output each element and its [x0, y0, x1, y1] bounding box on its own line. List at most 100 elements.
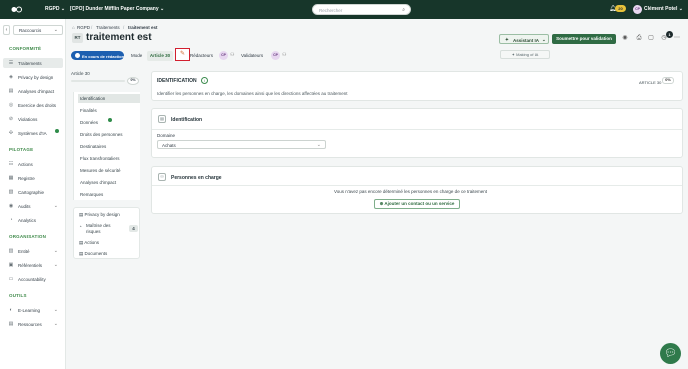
chevron-down-icon: ⌄ — [53, 320, 58, 327]
domaine-label: Domaine — [157, 133, 176, 138]
sidebar-item-analytics[interactable]: ◔ Analytics — [3, 215, 63, 225]
database-icon: ▣ — [8, 262, 14, 268]
chevron-down-icon: ⌄ — [316, 141, 321, 148]
list-icon: ☰ — [8, 60, 14, 66]
link-privacy-by-design[interactable]: ▤ Privacy by design — [79, 212, 120, 218]
making-of-ia-button[interactable]: ✦ Making of IA — [500, 50, 550, 59]
comment-icon[interactable]: ▢ — [647, 34, 655, 43]
app-logo[interactable] — [11, 5, 23, 14]
eye-icon[interactable]: ◉ — [621, 34, 629, 43]
step-destinataires[interactable]: Destinataires — [78, 142, 140, 151]
identification-card-title: IDENTIFICATION — [157, 78, 197, 84]
workspace-selector[interactable]: RGPD ⌄ — [45, 6, 65, 12]
sidebar-item-violations[interactable]: ⊘ Violations — [3, 114, 63, 124]
step-finalites[interactable]: Finalités — [78, 106, 140, 115]
user-menu[interactable]: Clément Potel ⌄ — [644, 6, 683, 12]
home-icon[interactable]: ⌂ — [72, 25, 75, 30]
status-badge[interactable]: En cours de rédaction — [71, 51, 124, 60]
step-droits[interactable]: Droits des personnes — [78, 130, 140, 139]
identification-section-card: ▤ Identification Domaine — [151, 108, 683, 158]
breadcrumb-separator: / — [91, 25, 93, 30]
steps-list: Identification Finalités Données Droits … — [73, 92, 140, 200]
mode-label: Mode — [131, 53, 143, 58]
chevron-down-icon: ⌄ — [542, 36, 546, 42]
validateur-avatar[interactable]: CP — [271, 51, 280, 60]
empty-state-text: Vous n'avez pas encore déterminé les per… — [334, 189, 487, 194]
alert-icon: ⊘ — [8, 116, 14, 122]
sidebar-item-exercice-droits[interactable]: ◎ Exercice des droits — [3, 100, 63, 110]
add-user-icon[interactable]: ⚇ — [230, 52, 234, 58]
breadcrumb-root[interactable]: RGPD — [77, 25, 90, 30]
shield-icon: ◈ — [9, 74, 13, 80]
add-user-icon[interactable]: ⚇ — [282, 52, 286, 58]
identification-section-title: Identification — [171, 117, 203, 123]
step-flux[interactable]: Flux transfrontaliers — [78, 154, 140, 163]
step-analyses[interactable]: Analyses d'impact — [78, 178, 140, 187]
sidebar-item-analyses-impact[interactable]: ▤ Analyses d'impact — [3, 86, 63, 96]
redacteurs-label: Rédacteurs — [190, 53, 214, 58]
sidebar-item-referentiels[interactable]: ▣ Référentiels ⌄ — [3, 260, 63, 270]
chevron-down-icon: ⌄ — [53, 306, 58, 313]
archive-icon[interactable]: ⎙ — [635, 34, 643, 43]
side-links-panel: ▤ Privacy by design ◔ Maîtrise des risqu… — [73, 207, 140, 259]
progress-percent: 0% — [127, 77, 139, 85]
building-icon: ▥ — [8, 248, 14, 254]
ai-assistant-button[interactable]: ✦ Assistant IA ⌄ — [499, 34, 549, 44]
resources-icon: ▤ — [8, 321, 14, 327]
id-card-icon: ▤ — [158, 115, 166, 123]
add-contact-button[interactable]: ⊕ Ajouter un contact ou un service — [374, 199, 460, 209]
notification-count[interactable]: 20 — [615, 5, 626, 12]
user-avatar[interactable]: CP — [633, 5, 642, 14]
chat-support-icon[interactable]: 💬︎ — [660, 343, 681, 364]
sidebar-item-systemes-ia[interactable]: ✣ Systèmes d'IA — [3, 128, 63, 138]
submit-validation-button[interactable]: Soumettre pour validation — [552, 34, 616, 44]
step-donnees[interactable]: Données — [78, 118, 140, 127]
people-icon: ⚇ — [158, 173, 166, 181]
edit-mode-pencil-icon[interactable]: ✎ — [175, 48, 190, 61]
audit-icon: ◉ — [8, 203, 14, 209]
divider — [152, 185, 682, 186]
identification-description: Identifier les personnes en charge, les … — [157, 91, 348, 96]
search-input[interactable]: Rechercher ⌕ — [312, 4, 411, 15]
section-organisation: ORGANISATION — [9, 234, 47, 239]
elearning-icon: ◐ — [9, 307, 13, 313]
sidebar-item-privacy-by-design[interactable]: ◈ Privacy by design — [3, 72, 63, 82]
section-percent: 0% — [662, 77, 674, 84]
shortcut-label: Raccourcis — [19, 28, 42, 33]
more-icon[interactable]: ⋯ — [673, 34, 681, 43]
new-dot — [108, 118, 112, 122]
person-icon: ◎ — [8, 102, 14, 108]
breadcrumb-separator: / — [123, 25, 125, 30]
personnes-en-charge-title: Personnes en charge — [171, 175, 222, 181]
info-icon[interactable]: i — [201, 77, 208, 84]
breadcrumb-section[interactable]: Traitements — [96, 25, 120, 30]
sidebar-item-audits[interactable]: ◉ Audits ⌄ — [3, 201, 63, 211]
risk-count-badge: 4 — [129, 225, 138, 232]
chevron-down-icon: ⌄ — [53, 261, 58, 268]
company-selector[interactable]: [CPO] Dunder Mifflin Paper Company ⌄ — [70, 6, 164, 12]
sidebar-item-e-learning[interactable]: ◐ E-Learning ⌄ — [3, 305, 63, 315]
map-icon: ▧ — [8, 189, 14, 195]
edit-title-icon[interactable]: ✎ — [142, 36, 146, 42]
sidebar-collapse-button[interactable]: ‹ — [3, 25, 10, 35]
link-actions[interactable]: ▤ Actions — [79, 240, 99, 246]
shortcut-select[interactable]: Raccourcis ⌄ — [13, 25, 63, 35]
domaine-select[interactable]: Achats ⌄ — [157, 140, 326, 149]
new-dot — [55, 129, 59, 133]
sidebar-item-actions[interactable]: ☷ Actions — [3, 159, 63, 169]
redacteur-avatar[interactable]: CP — [219, 51, 228, 60]
link-documents[interactable]: ▤ Documents — [79, 251, 107, 257]
step-mesures[interactable]: Mesures de sécurité — [78, 166, 140, 175]
sidebar-item-entite[interactable]: ▥ Entité ⌄ — [3, 246, 63, 256]
sidebar-item-cartographie[interactable]: ▧ Cartographie — [3, 187, 63, 197]
sidebar-item-ressources[interactable]: ▤ Ressources ⌄ — [3, 319, 63, 329]
step-identification[interactable]: Identification — [78, 94, 140, 103]
sidebar-item-traitements[interactable]: ☰ Traitements — [3, 58, 63, 68]
validateurs-label: Validateurs — [241, 53, 264, 58]
mode-article30-tab[interactable]: Article 30 — [147, 51, 173, 61]
chevron-down-icon: ⌄ — [53, 247, 58, 254]
left-panel-title: Article 30 — [71, 71, 90, 76]
sidebar-item-accountability[interactable]: ▭ Accountability — [3, 274, 63, 284]
step-remarques[interactable]: Remarques — [78, 190, 140, 199]
sidebar-item-registre[interactable]: ▦ Registre — [3, 173, 63, 183]
